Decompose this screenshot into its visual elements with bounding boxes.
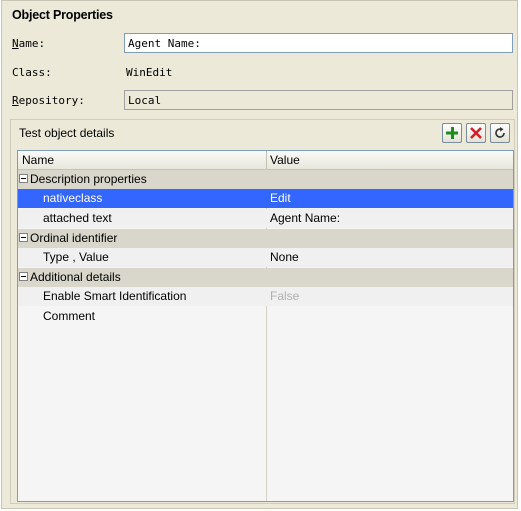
object-properties-panel: Object Properties Name: Agent Name: Clas… [1,0,518,509]
properties-grid: Name Value Description properties native… [17,150,514,502]
name-field[interactable]: Agent Name: [124,33,513,53]
remove-property-button[interactable] [466,123,486,143]
property-row-comment[interactable]: Comment [18,307,513,326]
collapse-icon[interactable] [19,174,28,183]
test-object-details-group: Test object details Name Value Descripti… [10,119,515,504]
group-title: Test object details [19,126,115,140]
category-description-properties[interactable]: Description properties [18,170,513,189]
collapse-icon[interactable] [19,272,28,281]
category-ordinal-identifier[interactable]: Ordinal identifier [18,229,513,248]
name-label: Name: [12,37,46,50]
panel-title: Object Properties [12,8,113,22]
property-row-enable-smart-identification[interactable]: Enable Smart Identification False [18,287,513,306]
property-row-attached-text[interactable]: attached text Agent Name: [18,209,513,228]
column-header-value[interactable]: Value [270,153,300,167]
repository-label: Repository: [12,94,85,107]
property-row-nativeclass[interactable]: nativeclass Edit [18,189,513,208]
collapse-icon[interactable] [19,233,28,242]
delete-x-icon [470,127,482,139]
repository-field: Local [124,90,513,110]
refresh-button[interactable] [490,123,510,143]
property-row-type-value[interactable]: Type , Value None [18,248,513,267]
grid-header: Name Value [18,151,513,170]
add-property-button[interactable] [442,123,462,143]
class-label: Class: [12,66,52,79]
refresh-icon [495,127,505,138]
category-additional-details[interactable]: Additional details [18,268,513,287]
plus-icon [446,127,458,139]
column-header-name[interactable]: Name [22,153,54,167]
class-value: WinEdit [126,66,173,79]
